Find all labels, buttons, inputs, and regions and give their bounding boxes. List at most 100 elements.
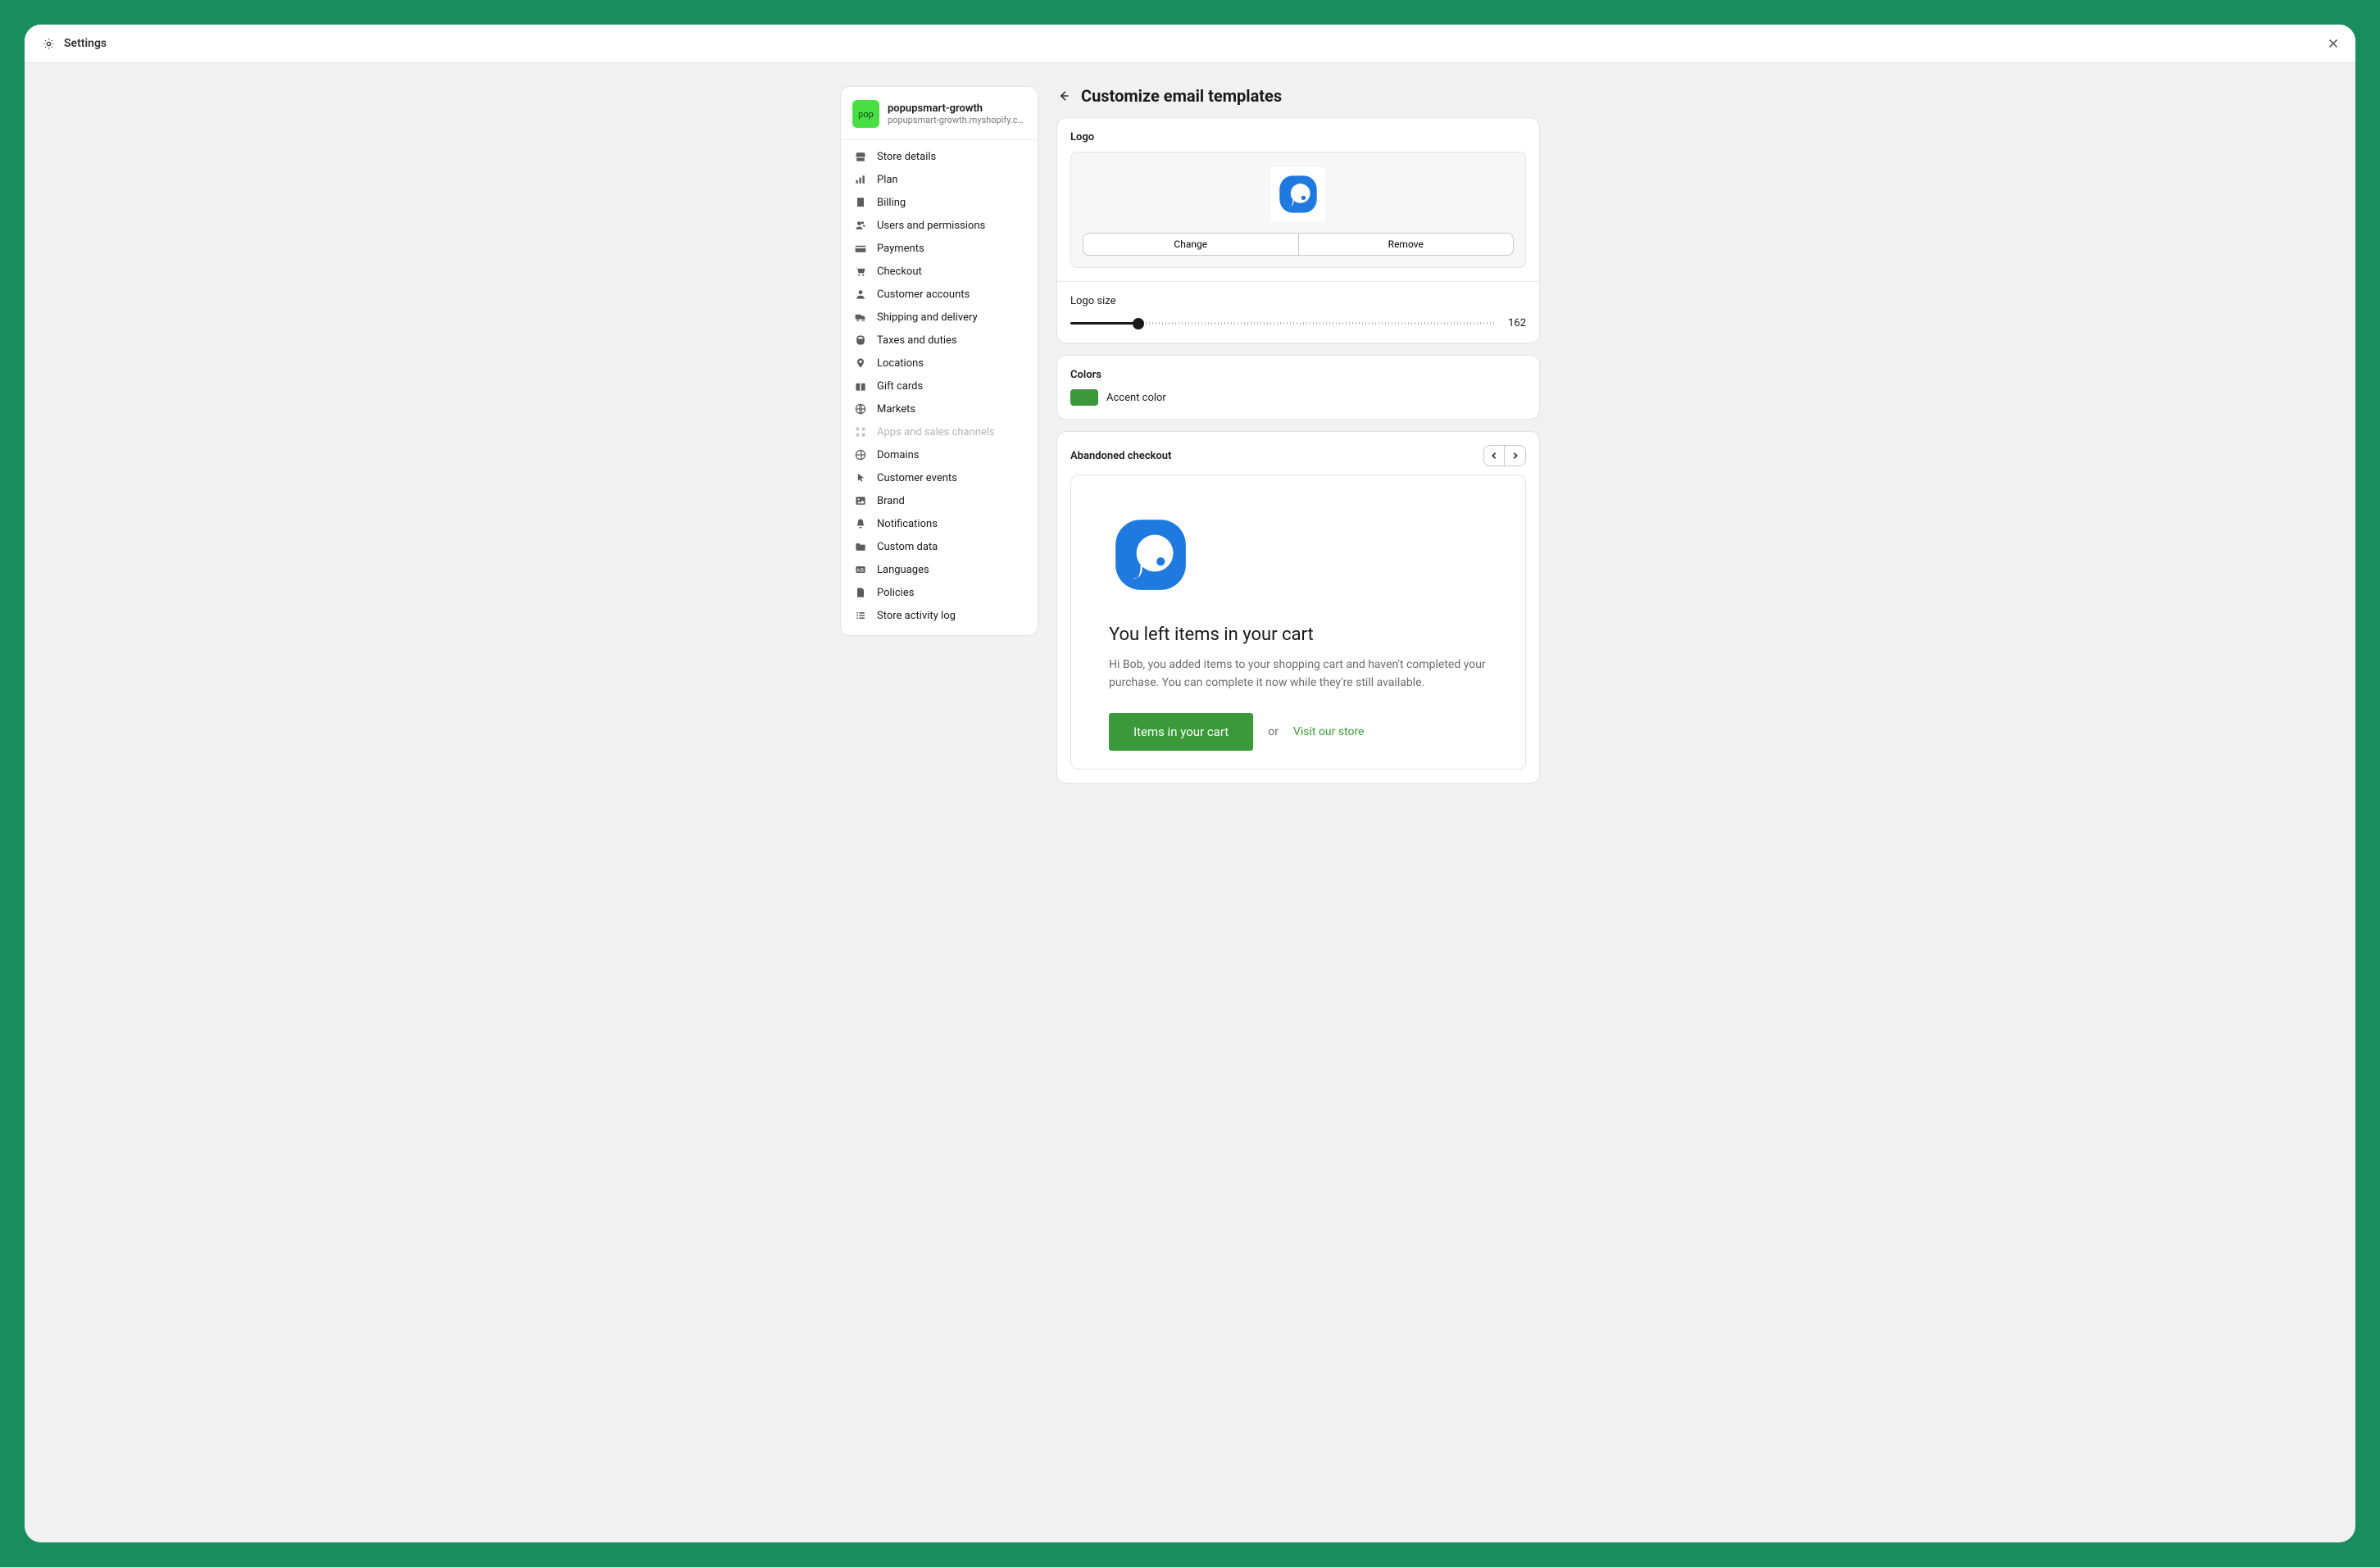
bell-icon <box>854 517 867 530</box>
nav-notifications[interactable]: Notifications <box>841 512 1038 535</box>
titlebar: Settings <box>25 25 2355 63</box>
nav-label: Payments <box>877 243 924 255</box>
nav-locations[interactable]: Locations <box>841 352 1038 375</box>
settings-window: Settings pop popupsmart-growth popupsmar… <box>25 25 2355 1542</box>
nav-label: Notifications <box>877 518 938 530</box>
preview-next-button[interactable] <box>1505 445 1526 466</box>
email-body: Hi Bob, you added items to your shopping… <box>1109 656 1488 692</box>
gift-icon <box>854 379 867 393</box>
nav-label: Plan <box>877 174 898 186</box>
truck-icon <box>854 311 867 324</box>
receipt-icon <box>854 196 867 209</box>
store-domain: popupsmart-growth.myshopify.com <box>888 115 1026 125</box>
nav-label: Markets <box>877 403 915 416</box>
store-badge: pop <box>852 100 879 128</box>
nav-checkout[interactable]: Checkout <box>841 260 1038 283</box>
logo-preview <box>1083 164 1514 233</box>
payments-icon <box>854 242 867 255</box>
nav-users[interactable]: Users and permissions <box>841 214 1038 237</box>
nav-label: Billing <box>877 197 906 209</box>
logo-size-slider[interactable] <box>1070 322 1497 325</box>
settings-icon <box>41 36 56 51</box>
nav-label: Gift cards <box>877 380 923 393</box>
brand-logo-icon <box>1276 172 1320 216</box>
apps-icon <box>854 425 867 438</box>
store-name: popupsmart-growth <box>888 102 1026 115</box>
nav-label: Customer accounts <box>877 288 970 301</box>
preview-section-label: Abandoned checkout <box>1070 450 1171 462</box>
remove-logo-button[interactable]: Remove <box>1298 233 1515 256</box>
preview-pager <box>1483 445 1526 466</box>
nav-markets[interactable]: Markets <box>841 397 1038 420</box>
nav-label: Shipping and delivery <box>877 311 978 324</box>
nav-label: Custom data <box>877 541 938 553</box>
chart-icon <box>854 173 867 186</box>
nav-billing[interactable]: Billing <box>841 191 1038 214</box>
accent-color-swatch[interactable] <box>1070 389 1098 406</box>
email-cta-button[interactable]: Items in your cart <box>1109 713 1253 751</box>
nav-store-details[interactable]: Store details <box>841 145 1038 168</box>
preview-prev-button[interactable] <box>1483 445 1505 466</box>
image-icon <box>854 494 867 507</box>
nav-plan[interactable]: Plan <box>841 168 1038 191</box>
nav-label: Locations <box>877 357 924 370</box>
nav-apps: Apps and sales channels <box>841 420 1038 443</box>
nav-label: Store activity log <box>877 610 956 622</box>
colors-card: Colors Accent color <box>1056 355 1540 420</box>
body: pop popupsmart-growth popupsmart-growth.… <box>25 63 2355 1542</box>
change-logo-button[interactable]: Change <box>1083 233 1298 256</box>
colors-section-label: Colors <box>1070 369 1526 381</box>
email-visit-link[interactable]: Visit our store <box>1293 725 1365 738</box>
nav-taxes[interactable]: Taxes and duties <box>841 329 1038 352</box>
list-icon <box>854 609 867 622</box>
globe-icon <box>854 448 867 461</box>
nav-activity-log[interactable]: Store activity log <box>841 604 1038 627</box>
page-title: Customize email templates <box>1081 86 1282 106</box>
pin-icon <box>854 357 867 370</box>
svg-text:Aあ: Aあ <box>856 567 865 573</box>
accent-color-label: Accent color <box>1106 392 1166 404</box>
preview-card: Abandoned checkout <box>1056 431 1540 784</box>
logo-card: Logo <box>1056 117 1540 343</box>
nav-domains[interactable]: Domains <box>841 443 1038 466</box>
logo-upload-box: Change Remove <box>1070 152 1526 268</box>
cursor-icon <box>854 471 867 484</box>
page-header: Customize email templates <box>1056 86 1540 106</box>
titlebar-title: Settings <box>64 37 107 50</box>
email-title: You left items in your cart <box>1109 625 1488 645</box>
nav-label: Brand <box>877 495 905 507</box>
nav-label: Checkout <box>877 266 922 278</box>
nav-brand[interactable]: Brand <box>841 489 1038 512</box>
nav-label: Policies <box>877 587 914 599</box>
back-button[interactable] <box>1056 89 1071 103</box>
person-icon <box>854 288 867 301</box>
email-or-label: or <box>1268 725 1279 738</box>
nav-gift-cards[interactable]: Gift cards <box>841 375 1038 397</box>
globe-icon <box>854 402 867 416</box>
nav-customer-events[interactable]: Customer events <box>841 466 1038 489</box>
nav-customer-accounts[interactable]: Customer accounts <box>841 283 1038 306</box>
email-logo <box>1109 513 1488 597</box>
close-button[interactable] <box>2326 36 2341 51</box>
store-icon <box>854 150 867 163</box>
nav-label: Taxes and duties <box>877 334 957 347</box>
nav-label: Store details <box>877 151 936 163</box>
email-preview: You left items in your cart Hi Bob, you … <box>1070 475 1526 770</box>
logo-section-label: Logo <box>1070 131 1526 143</box>
nav-label: Domains <box>877 449 919 461</box>
store-header[interactable]: pop popupsmart-growth popupsmart-growth.… <box>841 95 1038 140</box>
nav-custom-data[interactable]: Custom data <box>841 535 1038 558</box>
cart-icon <box>854 265 867 278</box>
logo-size-label: Logo size <box>1070 295 1526 307</box>
tax-icon <box>854 334 867 347</box>
nav-shipping[interactable]: Shipping and delivery <box>841 306 1038 329</box>
nav-payments[interactable]: Payments <box>841 237 1038 260</box>
nav-languages[interactable]: Aあ Languages <box>841 558 1038 581</box>
users-icon <box>854 219 867 232</box>
settings-sidebar: pop popupsmart-growth popupsmart-growth.… <box>840 86 1038 636</box>
nav-label: Users and permissions <box>877 220 985 232</box>
folder-icon <box>854 540 867 553</box>
nav-label: Customer events <box>877 472 957 484</box>
main-content: Customize email templates Logo <box>1056 86 1540 1542</box>
nav-policies[interactable]: Policies <box>841 581 1038 604</box>
